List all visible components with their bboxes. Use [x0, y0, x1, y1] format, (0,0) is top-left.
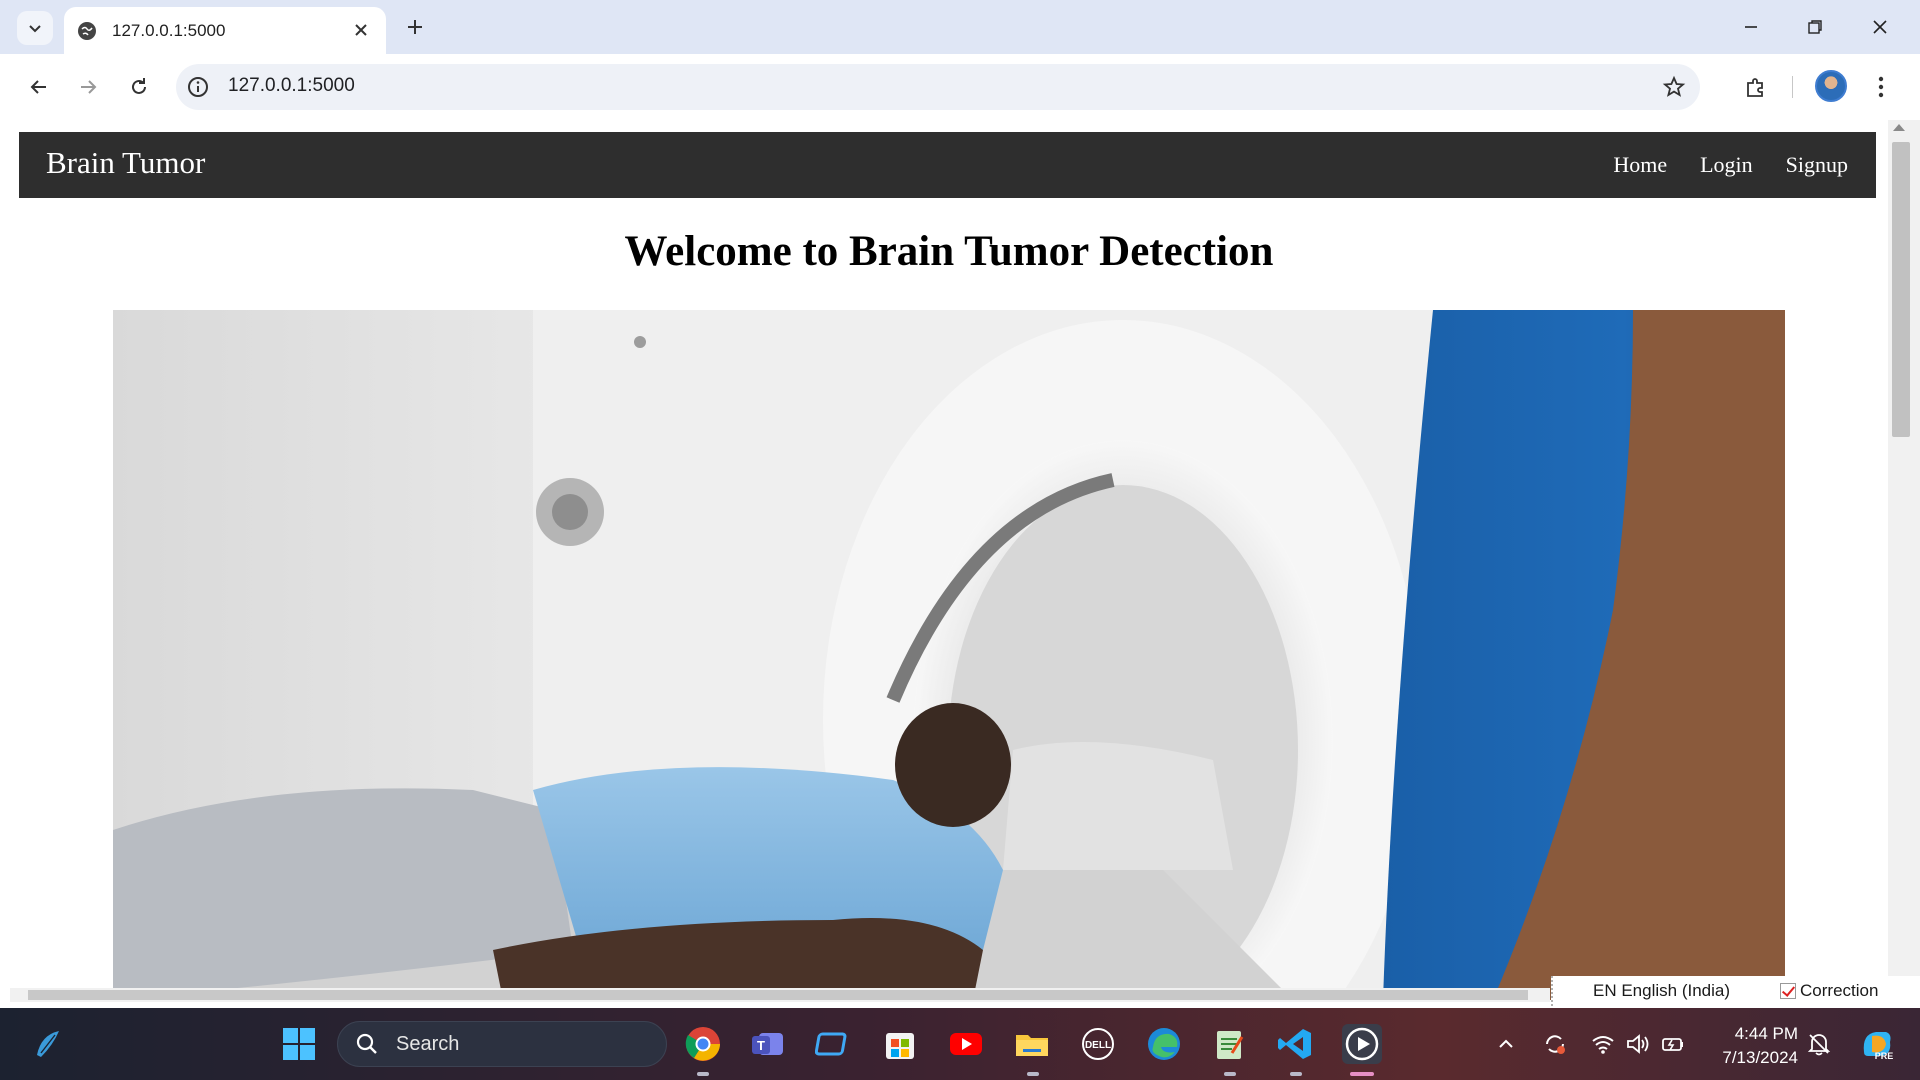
- page-title: Welcome to Brain Tumor Detection: [624, 228, 1274, 275]
- puzzle-icon: [1747, 78, 1763, 97]
- toolbar-divider: [1792, 76, 1793, 98]
- more-vertical-icon: [1878, 76, 1884, 98]
- app-icon[interactable]: [814, 1024, 854, 1064]
- start-button[interactable]: [279, 1024, 319, 1064]
- notepad-icon[interactable]: [1209, 1024, 1249, 1064]
- hero-image-mri-scan: [113, 310, 1785, 1000]
- battery-icon[interactable]: [1659, 1030, 1687, 1058]
- copilot-icon[interactable]: PRE: [1857, 1030, 1897, 1061]
- system-clock[interactable]: 4:44 PM 7/13/2024: [1698, 1022, 1798, 1070]
- nav-login-link[interactable]: Login: [1700, 152, 1753, 178]
- extensions-button[interactable]: [1739, 70, 1773, 104]
- scroll-up-arrow-icon[interactable]: [1893, 124, 1905, 131]
- arrow-left-icon: [30, 80, 46, 94]
- tab-search-button[interactable]: [17, 11, 53, 45]
- input-language[interactable]: EN English (India): [1593, 981, 1730, 1001]
- search-label: Search: [396, 1032, 460, 1055]
- active-indicator: [1350, 1072, 1374, 1076]
- dell-icon[interactable]: DELL: [1078, 1024, 1118, 1064]
- svg-text:T: T: [757, 1038, 765, 1053]
- file-explorer-icon[interactable]: [1012, 1024, 1052, 1064]
- search-icon: [356, 1033, 377, 1054]
- svg-text:DELL: DELL: [1085, 1040, 1111, 1051]
- taskbar-search[interactable]: Search: [337, 1021, 667, 1067]
- mri-illustration: [113, 310, 1785, 1000]
- show-hidden-icons-button[interactable]: [1492, 1030, 1520, 1058]
- widgets-button[interactable]: [28, 1024, 68, 1064]
- tab-strip: 127.0.0.1:5000: [0, 0, 1920, 54]
- restore-button[interactable]: [1795, 10, 1835, 44]
- edge-icon[interactable]: [1144, 1024, 1184, 1064]
- restore-icon: [1808, 20, 1822, 34]
- site-brand[interactable]: Brain Tumor: [46, 145, 205, 181]
- clock-date: 7/13/2024: [1722, 1048, 1798, 1067]
- correction-label: Correction: [1800, 981, 1879, 1000]
- arrow-right-icon: [81, 80, 97, 94]
- running-indicator: [697, 1072, 709, 1076]
- vertical-scroll-thumb[interactable]: [1892, 142, 1910, 437]
- back-button[interactable]: [22, 70, 56, 104]
- browser-toolbar: 127.0.0.1:5000: [0, 54, 1920, 120]
- tab-title: 127.0.0.1:5000: [112, 20, 226, 40]
- url-text[interactable]: 127.0.0.1:5000: [228, 75, 355, 97]
- close-icon: [1873, 20, 1887, 34]
- vscode-icon[interactable]: [1275, 1024, 1315, 1064]
- bookmark-star-icon[interactable]: [1662, 75, 1686, 99]
- svg-text:PRE: PRE: [1875, 1051, 1894, 1061]
- store-icon[interactable]: [880, 1024, 920, 1064]
- active-tab[interactable]: 127.0.0.1:5000: [64, 7, 386, 54]
- chevron-down-icon: [29, 25, 41, 33]
- site-info-icon[interactable]: [186, 75, 210, 99]
- globe-icon: [78, 21, 96, 40]
- page-viewport: Brain Tumor Home Login Signup Welcome to…: [10, 120, 1888, 1000]
- minimize-button[interactable]: [1731, 10, 1771, 44]
- language-bar: EN English (India) Correction: [1551, 976, 1920, 1006]
- plus-icon: [408, 20, 422, 34]
- close-tab-button[interactable]: [350, 19, 372, 41]
- running-indicator: [1290, 1072, 1302, 1076]
- nav-signup-link[interactable]: Signup: [1786, 152, 1848, 178]
- feather-icon: [37, 1031, 59, 1057]
- minimize-icon: [1745, 26, 1757, 28]
- nav-home-link[interactable]: Home: [1613, 152, 1667, 178]
- reload-button[interactable]: [122, 70, 156, 104]
- forward-button[interactable]: [71, 70, 105, 104]
- site-navbar: Brain Tumor Home Login Signup: [19, 132, 1876, 198]
- clock-time: 4:44 PM: [1734, 1024, 1798, 1043]
- media-player-icon[interactable]: [1342, 1024, 1382, 1064]
- windows-logo-icon: [283, 1028, 315, 1060]
- chevron-up-icon: [1499, 1039, 1513, 1048]
- nav-links: Home Login Signup: [1613, 152, 1848, 178]
- correction-toggle[interactable]: Correction: [1780, 981, 1878, 1001]
- running-indicator: [1027, 1072, 1039, 1076]
- teams-icon[interactable]: T: [748, 1024, 788, 1064]
- profile-avatar[interactable]: [1815, 70, 1847, 102]
- wifi-icon[interactable]: [1589, 1030, 1617, 1058]
- notification-bell-icon[interactable]: [1805, 1030, 1833, 1058]
- checkmark-icon: [1780, 983, 1797, 999]
- close-window-button[interactable]: [1860, 10, 1900, 44]
- browser-menu-button[interactable]: [1864, 70, 1898, 104]
- windows-taskbar: Search T DELL 4:44 PM 7/13/2024 PRE: [0, 1008, 1920, 1080]
- horizontal-scroll-thumb[interactable]: [28, 990, 1528, 1000]
- running-indicator: [1224, 1072, 1236, 1076]
- chrome-icon[interactable]: [683, 1024, 723, 1064]
- sync-icon[interactable]: [1541, 1030, 1569, 1058]
- reload-icon: [132, 78, 146, 94]
- volume-icon[interactable]: [1624, 1030, 1652, 1058]
- address-bar[interactable]: 127.0.0.1:5000: [176, 64, 1700, 110]
- close-icon: [355, 24, 367, 36]
- new-tab-button[interactable]: [400, 12, 430, 42]
- youtube-icon[interactable]: [946, 1024, 986, 1064]
